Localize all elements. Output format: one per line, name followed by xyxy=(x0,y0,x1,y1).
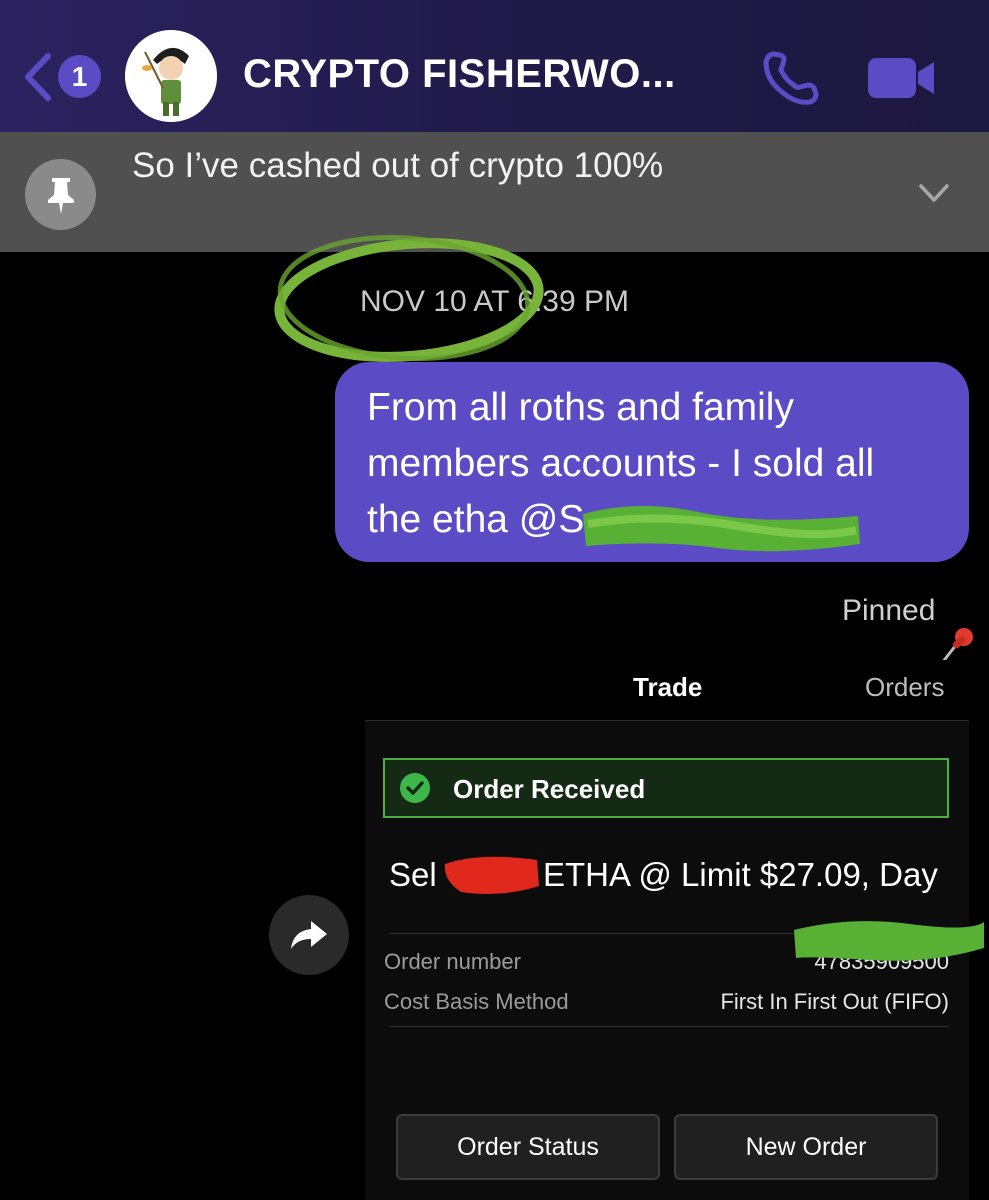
phone-icon[interactable] xyxy=(762,50,820,106)
avatar[interactable] xyxy=(125,30,217,122)
tab-orders[interactable]: Orders xyxy=(865,672,944,703)
pin-icon xyxy=(25,159,96,230)
check-circle-icon xyxy=(400,773,430,803)
pushpin-icon xyxy=(940,628,973,664)
new-order-button[interactable]: New Order xyxy=(674,1114,938,1180)
cost-basis-value: First In First Out (FIFO) xyxy=(720,989,949,1014)
chevron-left-icon[interactable] xyxy=(22,52,52,102)
chat-header: 1 CRYPTO FISHERWO... xyxy=(0,0,989,132)
order-status-button[interactable]: Order Status xyxy=(396,1114,660,1180)
order-received-text: Order Received xyxy=(453,774,646,804)
share-arrow-icon xyxy=(291,921,327,949)
pinned-message-text[interactable]: So I’ve cashed out of crypto 100% xyxy=(132,146,663,186)
pinned-label: Pinned xyxy=(842,594,936,627)
message-line: members accounts - I sold all xyxy=(367,442,875,485)
green-circle-annotation xyxy=(274,235,544,362)
chat-title[interactable]: CRYPTO FISHERWO... xyxy=(243,52,676,97)
share-button[interactable] xyxy=(269,895,349,975)
order-summary-text: ETHA @ Limit $27.09, Day xyxy=(543,856,938,893)
redaction-scribble xyxy=(444,856,539,894)
unread-count-badge[interactable]: 1 xyxy=(58,55,101,98)
divider xyxy=(389,1026,949,1027)
cost-basis-label: Cost Basis Method xyxy=(384,989,569,1014)
tab-trade[interactable]: Trade xyxy=(633,672,702,703)
trade-tabs: Trade Orders xyxy=(365,660,969,720)
video-camera-icon[interactable] xyxy=(866,56,936,100)
redaction-scribble xyxy=(583,505,860,552)
chevron-down-icon[interactable] xyxy=(918,182,950,204)
order-received-banner: Order Received xyxy=(383,758,949,818)
message-line: From all roths and family xyxy=(367,386,794,429)
redaction-scribble xyxy=(794,921,984,961)
divider xyxy=(365,720,969,721)
order-summary-prefix: Sel xyxy=(389,856,437,893)
order-number-label: Order number xyxy=(384,949,521,974)
